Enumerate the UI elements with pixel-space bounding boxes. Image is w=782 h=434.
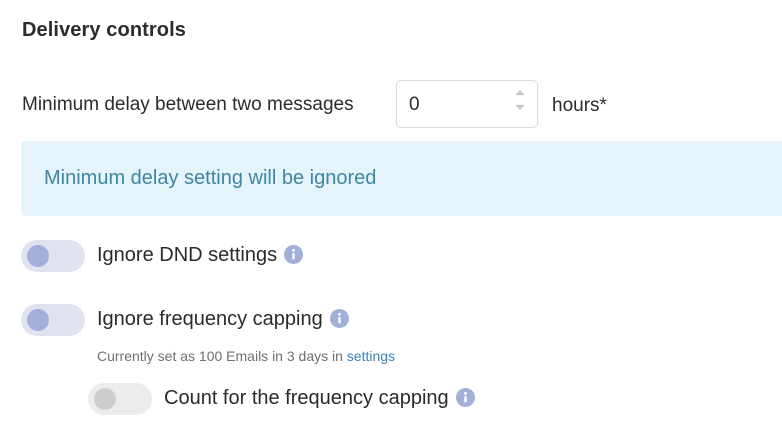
info-icon[interactable] (329, 309, 349, 329)
toggle-knob (27, 245, 49, 267)
min-delay-label: Minimum delay between two messages (22, 94, 354, 115)
ignore-frequency-capping-label: Ignore frequency capping (97, 308, 349, 331)
frequency-capping-note: Currently set as 100 Emails in 3 days in… (97, 348, 395, 364)
count-frequency-capping-row: Count for the frequency capping (88, 383, 528, 417)
toggle-knob (27, 309, 49, 331)
section-title: Delivery controls (22, 19, 186, 41)
ignore-frequency-capping-row: Ignore frequency capping (21, 304, 441, 338)
settings-link[interactable]: settings (347, 348, 395, 364)
toggle-knob (94, 388, 116, 410)
info-banner: Minimum delay setting will be ignored (21, 141, 782, 216)
count-frequency-capping-label: Count for the frequency capping (164, 387, 475, 410)
ignore-dnd-row: Ignore DND settings (21, 240, 421, 274)
info-icon[interactable] (284, 245, 304, 265)
increment-arrow-icon[interactable] (513, 87, 527, 97)
ignore-frequency-capping-toggle[interactable] (21, 304, 85, 336)
info-banner-text: Minimum delay setting will be ignored (44, 167, 377, 189)
ignore-dnd-label-text: Ignore DND settings (97, 244, 278, 266)
ignore-frequency-capping-label-text: Ignore frequency capping (97, 308, 323, 330)
info-icon[interactable] (455, 388, 475, 408)
ignore-dnd-toggle[interactable] (21, 240, 85, 272)
min-delay-input[interactable] (409, 91, 509, 119)
decrement-arrow-icon[interactable] (513, 103, 527, 113)
min-delay-input-box[interactable] (396, 80, 538, 128)
count-frequency-capping-label-text: Count for the frequency capping (164, 387, 449, 409)
ignore-dnd-label: Ignore DND settings (97, 244, 304, 267)
unit-label: hours* (552, 95, 607, 116)
count-frequency-capping-toggle[interactable] (88, 383, 152, 415)
frequency-note-text: Currently set as 100 Emails in 3 days in (97, 348, 343, 364)
